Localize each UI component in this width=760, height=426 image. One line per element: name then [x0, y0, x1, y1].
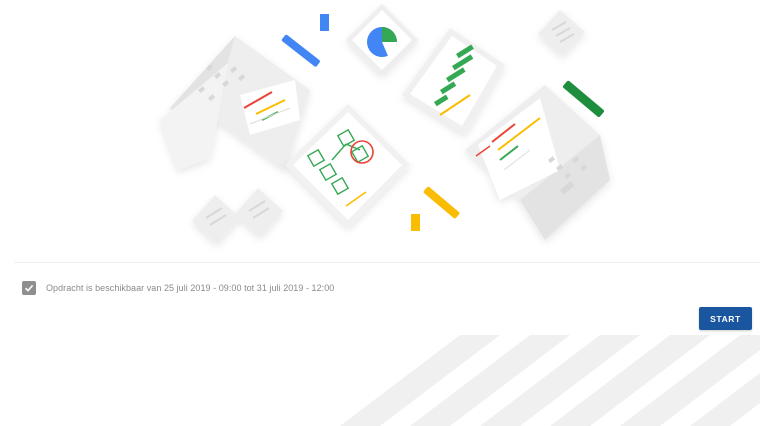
checkmark-icon [24, 284, 34, 292]
assignment-start-page: Opdracht is beschikbaar van 25 juli 2019… [0, 0, 760, 426]
decorative-stripes [0, 335, 760, 426]
blue-marker-icon [281, 14, 329, 67]
bar-chart-card [402, 28, 505, 135]
availability-row: Opdracht is beschikbaar van 25 juli 2019… [22, 280, 334, 296]
left-laptop-icon [160, 36, 310, 170]
divider [14, 262, 760, 263]
hero-illustration [0, 0, 760, 262]
yellow-marker-icon [411, 186, 460, 231]
start-button[interactable]: START [699, 307, 752, 330]
pie-chart-card [346, 4, 418, 76]
flowchart-card [285, 104, 410, 228]
availability-text: Opdracht is beschikbaar van 25 juli 2019… [46, 283, 335, 293]
assignment-illustration-icon [160, 4, 610, 244]
small-card-top-right [538, 10, 585, 56]
small-cards-bottom-left [192, 188, 283, 244]
availability-checkbox[interactable] [22, 281, 36, 295]
stripes-pattern-icon [340, 335, 760, 426]
